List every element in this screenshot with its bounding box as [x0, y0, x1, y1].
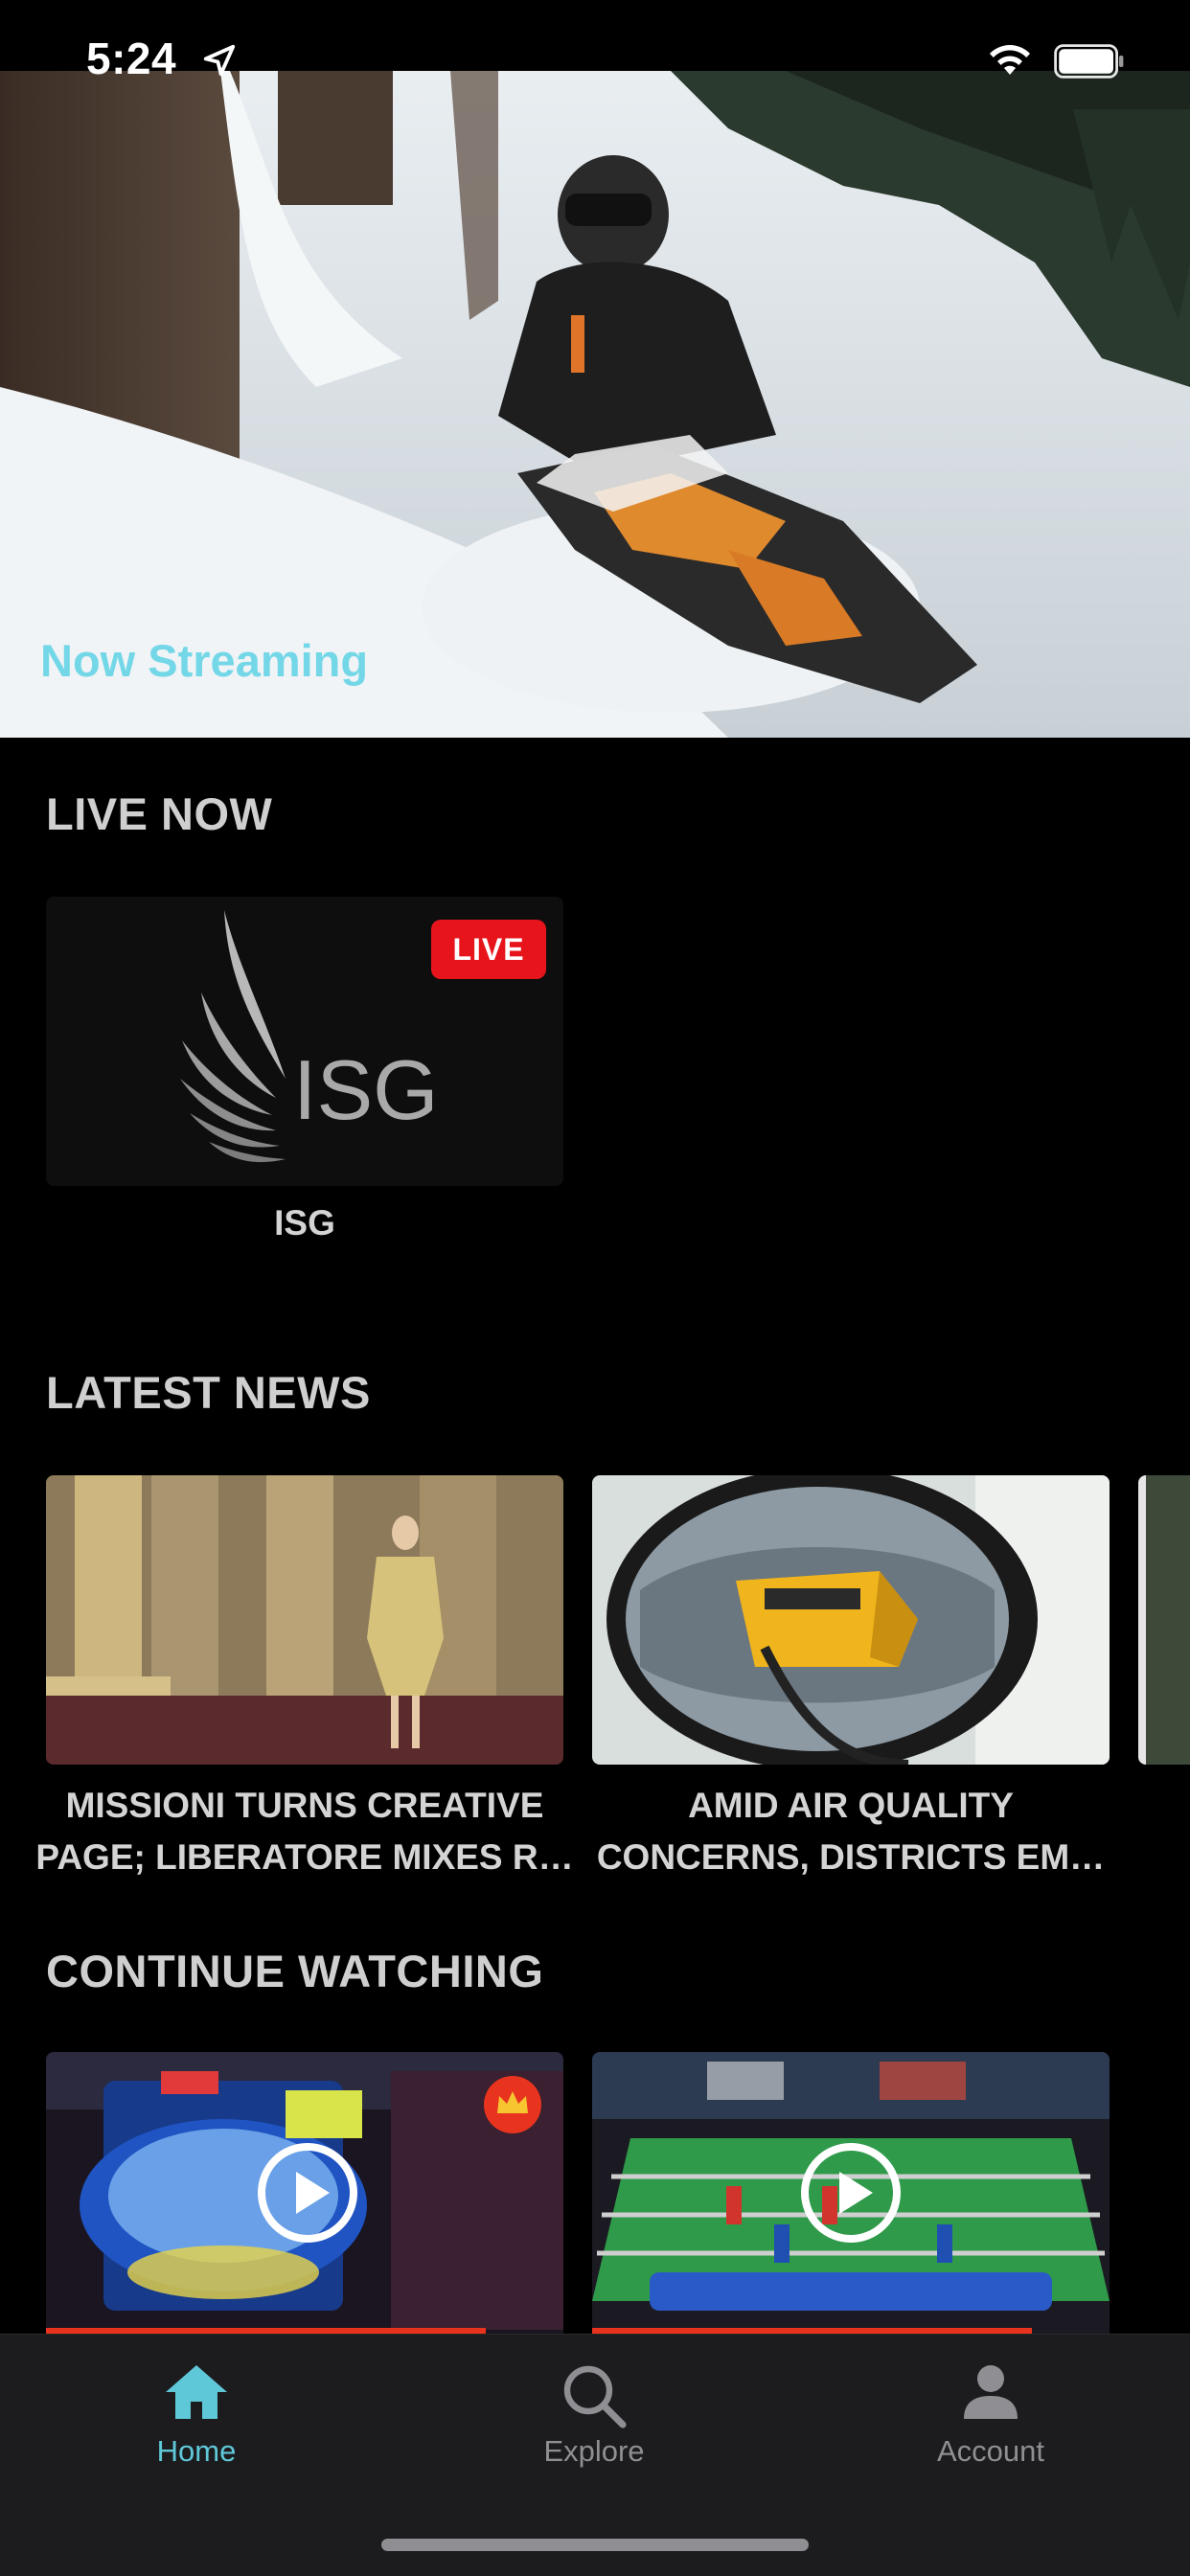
location-arrow-icon [203, 44, 236, 77]
search-icon [563, 2365, 627, 2428]
continue-watching-heading: CONTINUE WATCHING [46, 1946, 544, 1996]
news-thumbnail-peek [1138, 1475, 1190, 1765]
continue-watching-card-arcade[interactable] [46, 2052, 563, 2334]
tab-account-label: Account [936, 2434, 1044, 2468]
continue-watching-card-foosball[interactable] [592, 2052, 1110, 2334]
news-title-fashion: MISSIONI TURNS CREATIVE PAGE; LIBERATORE… [35, 1786, 574, 1877]
news-card-air-quality[interactable] [592, 1475, 1110, 1765]
news-thumbnail-air-quality [592, 1475, 1110, 1765]
tab-home[interactable]: Home [91, 2361, 302, 2469]
live-now-heading: LIVE NOW [46, 788, 273, 839]
news-card-fashion[interactable] [46, 1475, 563, 1765]
latest-news-heading: LATEST NEWS [46, 1367, 371, 1418]
isg-logo-text: ISG [293, 1042, 439, 1137]
live-card-caption: ISG [274, 1203, 335, 1242]
wifi-icon [990, 45, 1030, 75]
news-title-air-quality: AMID AIR QUALITY CONCERNS, DISTRICTS EM… [596, 1786, 1106, 1877]
account-icon [964, 2365, 1018, 2419]
play-icon[interactable] [255, 2140, 360, 2245]
live-badge: LIVE [431, 920, 546, 979]
home-icon [166, 2365, 227, 2419]
premium-crown-icon [484, 2076, 541, 2133]
news-card-peek[interactable] [1138, 1475, 1190, 1765]
tab-explore-label: Explore [543, 2434, 645, 2468]
play-icon[interactable] [798, 2140, 904, 2245]
hero-banner[interactable]: Now Streaming [0, 71, 1190, 738]
tab-explore[interactable]: Explore [489, 2361, 699, 2469]
tab-home-label: Home [156, 2434, 237, 2468]
status-bar: 5:24 [0, 0, 1190, 83]
now-streaming-label: Now Streaming [40, 635, 369, 686]
home-indicator [381, 2539, 809, 2551]
news-thumbnail-fashion [46, 1475, 563, 1765]
status-time: 5:24 [86, 34, 177, 83]
battery-icon [1054, 44, 1124, 79]
tab-account[interactable]: Account [885, 2361, 1096, 2469]
